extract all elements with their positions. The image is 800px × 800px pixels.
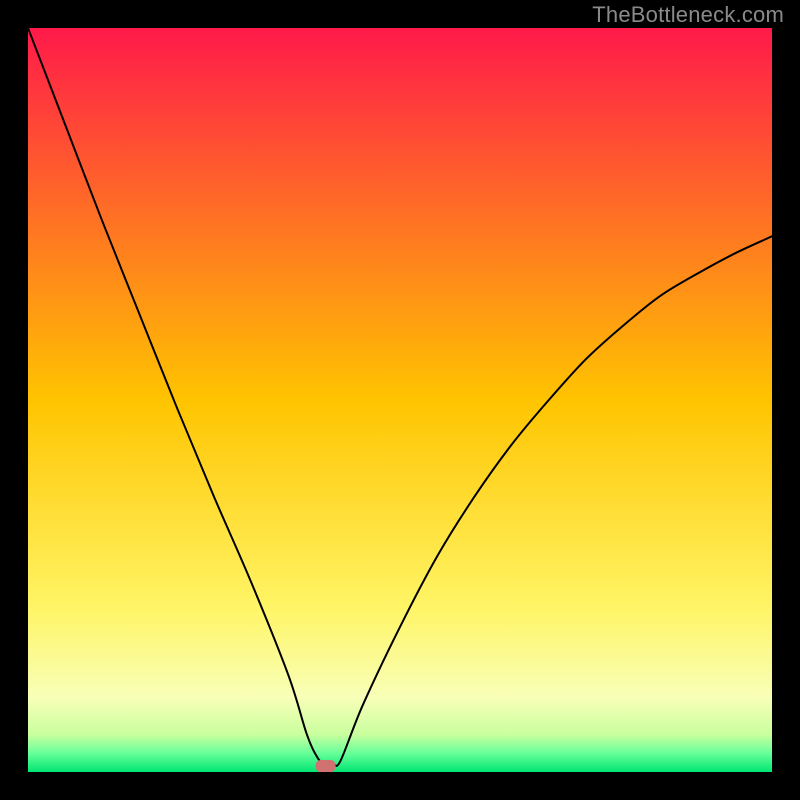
- gradient-background: [28, 28, 772, 772]
- chart-frame: TheBottleneck.com: [0, 0, 800, 800]
- plot-area: [28, 28, 772, 772]
- watermark-text: TheBottleneck.com: [592, 2, 784, 28]
- plot-svg: [28, 28, 772, 772]
- optimal-point-marker: [316, 760, 336, 772]
